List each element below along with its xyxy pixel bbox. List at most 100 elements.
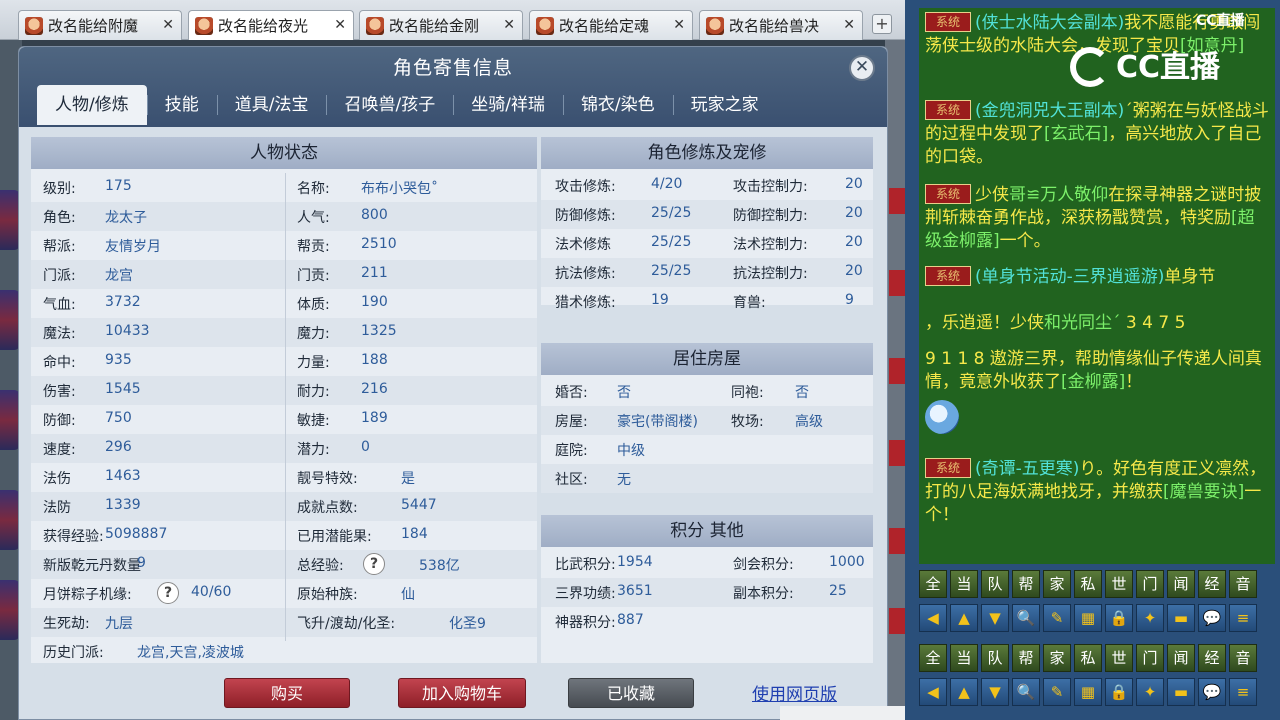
new-tab-button[interactable]: + — [872, 14, 892, 34]
chat-channel-button[interactable]: 闻 — [1167, 570, 1195, 598]
chat-channel-button[interactable]: 私 — [1074, 570, 1102, 598]
chat-tool-icon[interactable]: ▬ — [1167, 604, 1195, 632]
chat-tool-icon[interactable]: 💬 — [1198, 678, 1226, 706]
close-tab-icon[interactable]: ✕ — [162, 17, 174, 33]
chat-channel-button[interactable]: 家 — [1043, 570, 1071, 598]
system-badge: 系统 — [925, 100, 971, 120]
chat-channel-button[interactable]: 经 — [1198, 644, 1226, 672]
chat-tool-row: ◀ ▲ ▼ 🔍 ✎ ▦ 🔒 ✦ ▬ 💬 ≡ — [919, 678, 1257, 706]
status-label: 生死劫: — [43, 616, 90, 632]
chat-channel-button[interactable]: 全 — [919, 644, 947, 672]
close-icon[interactable]: ✕ — [849, 55, 875, 81]
tab-skills[interactable]: 技能 — [146, 85, 217, 125]
tab-summons-children[interactable]: 召唤兽/孩子 — [326, 85, 453, 125]
housing-row: 庭院: 中级 — [541, 435, 873, 464]
housing-row-value: 豪宅(带阁楼) — [617, 414, 698, 430]
close-tab-icon[interactable]: ✕ — [503, 17, 515, 33]
add-to-cart-button[interactable]: 加入购物车 — [398, 678, 526, 708]
browser-tab-5[interactable]: 改名能给兽决 ✕ — [699, 10, 863, 40]
status-row: 获得经验: 5098887 已用潜能果: 184 — [31, 521, 537, 550]
browser-tab-1[interactable]: 改名能给附魔 ✕ — [18, 10, 182, 40]
chat-tool-icon[interactable]: ≡ — [1229, 604, 1257, 632]
chat-tool-icon[interactable]: ▲ — [950, 604, 978, 632]
close-tab-icon[interactable]: ✕ — [673, 17, 685, 33]
chat-channel-button[interactable]: 闻 — [1167, 644, 1195, 672]
chat-tool-icon[interactable]: 🔒 — [1105, 604, 1133, 632]
status-label: 门贡: — [297, 268, 330, 284]
chat-channel-button[interactable]: 门 — [1136, 644, 1164, 672]
side-character-portrait — [0, 290, 20, 350]
chat-tool-icon[interactable]: ▲ — [950, 678, 978, 706]
tab-character-cultivation[interactable]: 人物/修炼 — [37, 85, 147, 125]
chat-channel-button[interactable]: 帮 — [1012, 570, 1040, 598]
chat-tool-icon[interactable]: ≡ — [1229, 678, 1257, 706]
chat-tool-icon[interactable]: ▦ — [1074, 678, 1102, 706]
cultivation-row-value: 20 — [845, 234, 863, 250]
use-web-version-link[interactable]: 使用网页版 — [752, 680, 837, 705]
help-icon[interactable]: ? — [363, 553, 385, 575]
points-panel: 积分 其他 比武积分: 1954 剑会积分: 1000 三界功绩: 3651 副本积分: 25… — [541, 515, 873, 663]
chat-tool-icon[interactable]: 💬 — [1198, 604, 1226, 632]
tab-player-home[interactable]: 玩家之家 — [672, 85, 777, 125]
chat-tool-icon[interactable]: ▼ — [981, 604, 1009, 632]
emote-icon — [925, 400, 959, 434]
status-value: 1339 — [105, 497, 141, 513]
tab-outfits[interactable]: 锦衣/染色 — [562, 85, 673, 125]
tab-mounts[interactable]: 坐骑/祥瑞 — [453, 85, 563, 125]
chat-channel-button[interactable]: 队 — [981, 570, 1009, 598]
cultivation-row-value: 9 — [845, 292, 854, 308]
browser-tab-4[interactable]: 改名能给定魂 ✕ — [529, 10, 693, 40]
chat-tool-icon[interactable]: ◀ — [919, 604, 947, 632]
chat-text: 哥≌万人敬仰 — [1009, 185, 1109, 205]
chat-channel-button[interactable]: 全 — [919, 570, 947, 598]
favorited-button[interactable]: 已收藏 — [568, 678, 694, 708]
chat-text: 和光同尘´ — [1044, 313, 1121, 333]
status-label: 靓号特效: — [297, 471, 358, 487]
chat-channel-button[interactable]: 家 — [1043, 644, 1071, 672]
chat-tool-icon[interactable]: 🔍 — [1012, 678, 1040, 706]
close-tab-icon[interactable]: ✕ — [334, 17, 346, 33]
chat-channel-button[interactable]: 音 — [1229, 644, 1257, 672]
points-header: 积分 其他 — [541, 515, 873, 547]
chat-tool-icon[interactable]: 🔍 — [1012, 604, 1040, 632]
chat-message: 系统 (金兜洞兕大王副本)´粥粥在与妖怪战斗的过程中发现了[玄武石]，高兴地放入了… — [925, 100, 1271, 169]
close-tab-icon[interactable]: ✕ — [843, 17, 855, 33]
points-row-label: 三界功绩: — [555, 586, 616, 602]
status-value: 友情岁月 — [105, 239, 161, 255]
chat-tool-icon[interactable]: ✦ — [1136, 678, 1164, 706]
chat-tool-icon[interactable]: ✎ — [1043, 678, 1071, 706]
chat-channel-button[interactable]: 门 — [1136, 570, 1164, 598]
chat-tool-icon[interactable]: ✎ — [1043, 604, 1071, 632]
help-icon[interactable]: ? — [157, 582, 179, 604]
chat-tool-icon[interactable]: ▬ — [1167, 678, 1195, 706]
tab-items-treasures[interactable]: 道具/法宝 — [216, 85, 327, 125]
buy-button[interactable]: 购买 — [224, 678, 350, 708]
chat-tool-icon[interactable]: 🔒 — [1105, 678, 1133, 706]
housing-row-value: 高级 — [795, 414, 823, 430]
chat-channel-button[interactable]: 世 — [1105, 570, 1133, 598]
dialog-tabs: 人物/修炼 技能 道具/法宝 召唤兽/孩子 坐骑/祥瑞 锦衣/染色 玩家之家 — [37, 85, 777, 125]
housing-row-value: 否 — [617, 385, 631, 401]
chat-channel-button[interactable]: 当 — [950, 644, 978, 672]
chat-channel-button[interactable]: 世 — [1105, 644, 1133, 672]
chat-channel-button[interactable]: 当 — [950, 570, 978, 598]
chat-channel-button[interactable]: 帮 — [1012, 644, 1040, 672]
chat-channel-button[interactable]: 私 — [1074, 644, 1102, 672]
status-label: 历史门派: — [43, 645, 104, 661]
chat-channel-button[interactable]: 队 — [981, 644, 1009, 672]
chat-channel-button[interactable]: 音 — [1229, 570, 1257, 598]
browser-tab-3[interactable]: 改名能给金刚 ✕ — [359, 10, 523, 40]
cultivation-row-value: 4/20 — [651, 176, 683, 192]
status-row: 法伤 1463 靓号特效: 是 — [31, 463, 537, 492]
chat-tool-icon[interactable]: ▼ — [981, 678, 1009, 706]
chat-message: ，乐逍遥！少侠和光同尘´ 3 4 7 5 — [925, 312, 1271, 335]
status-label: 敏捷: — [297, 413, 330, 429]
browser-tab-2[interactable]: 改名能给夜光 ✕ — [188, 10, 354, 40]
chat-tool-icon[interactable]: ▦ — [1074, 604, 1102, 632]
status-label: 已用潜能果: — [297, 529, 372, 545]
chat-tool-icon[interactable]: ◀ — [919, 678, 947, 706]
system-badge: 系统 — [925, 458, 971, 478]
chat-channel-button[interactable]: 经 — [1198, 570, 1226, 598]
status-value: 296 — [105, 439, 132, 455]
chat-tool-icon[interactable]: ✦ — [1136, 604, 1164, 632]
